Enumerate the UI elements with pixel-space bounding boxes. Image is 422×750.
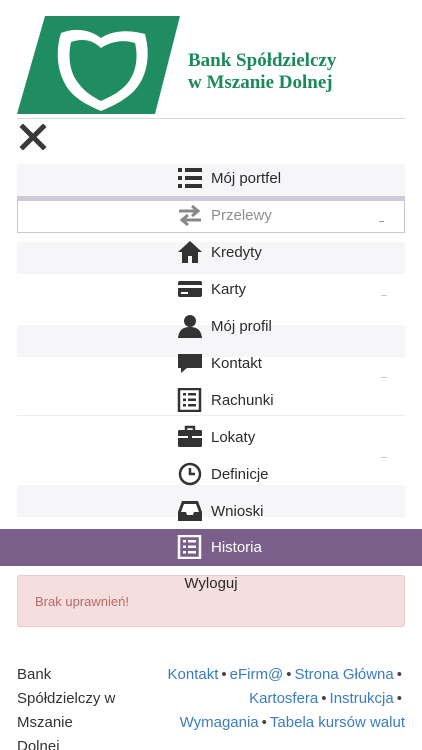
inbox-icon — [178, 501, 202, 521]
close-icon[interactable] — [19, 123, 47, 151]
menu-item-kontakt[interactable]: Kontakt — [0, 345, 422, 382]
bank-shield-logo — [17, 16, 180, 114]
footer-bank-name: Bank Spółdzielczy w Mszanie Dolnej — [17, 663, 137, 750]
menu-item-moj-portfel[interactable]: Mój portfel — [0, 160, 422, 197]
footer-line: Dolnej — [17, 738, 60, 750]
menu-item-wnioski[interactable]: Wnioski — [0, 493, 422, 530]
header-divider — [17, 118, 405, 119]
footer-separator: • — [396, 690, 402, 707]
logout-button[interactable]: Wyloguj — [0, 565, 422, 601]
menu-item-label: Kredyty — [211, 244, 262, 261]
home-icon — [178, 241, 202, 263]
briefcase-icon — [178, 425, 202, 447]
footer-link-tabela-kursow[interactable]: Tabela kursów walut — [270, 714, 405, 731]
chat-icon — [178, 354, 202, 373]
bank-name-line2: w Mszanie Dolnej — [188, 72, 333, 93]
menu-item-label: Wnioski — [211, 503, 264, 520]
menu-item-rachunki[interactable]: Rachunki — [0, 382, 422, 419]
menu-item-przelewy[interactable]: Przelewy — [0, 197, 422, 234]
bank-name-line1: Bank Spółdzielczy — [188, 50, 337, 71]
menu-item-definicje[interactable]: Definicje — [0, 456, 422, 493]
menu-item-label: Definicje — [211, 466, 269, 483]
menu-item-label: Lokaty — [211, 429, 256, 446]
menu-item-karty[interactable]: Karty — [0, 271, 422, 308]
footer-link-strona-glowna[interactable]: Strona Główna — [295, 666, 394, 683]
footer-links-row: Kartosfera • Instrukcja • — [150, 687, 405, 711]
footer-line: Spółdzielczy w — [17, 690, 116, 707]
document-list-icon — [177, 388, 202, 412]
footer-link-efirma[interactable]: eFirm@ — [230, 666, 284, 683]
menu-item-moj-profil[interactable]: Mój profil — [0, 308, 422, 345]
menu-item-lokaty[interactable]: Lokaty — [0, 419, 422, 456]
footer-line: Bank — [17, 666, 52, 683]
logout-label: Wyloguj — [184, 575, 238, 592]
menu-item-label: Mój portfel — [211, 170, 282, 187]
footer-line: Mszanie — [17, 714, 73, 731]
footer-separator: • — [321, 690, 327, 707]
header: Bank Spółdzielczy w Mszanie Dolnej — [0, 0, 422, 120]
list-icon — [178, 168, 202, 188]
footer-link-kontakt[interactable]: Kontakt — [168, 666, 219, 683]
footer-links-row: Wymagania • Tabela kursów walut — [150, 711, 405, 735]
credit-card-icon — [178, 281, 202, 297]
footer-link-instrukcja[interactable]: Instrukcja — [330, 690, 394, 707]
document-list-icon — [177, 535, 202, 559]
bank-name: Bank Spółdzielczy w Mszanie Dolnej — [188, 50, 336, 94]
menu-item-historia[interactable]: Historia — [0, 529, 422, 566]
footer-separator: • — [286, 666, 292, 683]
menu-item-label: Mój profil — [211, 318, 272, 335]
transfer-arrows-icon — [179, 204, 201, 227]
menu-item-label: Przelewy — [211, 207, 272, 224]
footer-separator: • — [221, 666, 227, 683]
clock-icon — [178, 462, 202, 486]
menu-item-label: Rachunki — [211, 392, 274, 409]
menu-item-label: Historia — [211, 539, 262, 556]
footer-link-wymagania[interactable]: Wymagania — [180, 714, 259, 731]
user-icon — [178, 315, 202, 338]
footer-links: Kontakt • eFirm@ • Strona Główna • Kartosfera… — [150, 663, 405, 735]
footer-link-kartosfera[interactable]: Kartosfera — [249, 690, 318, 707]
menu-item-kredyty[interactable]: Kredyty — [0, 234, 422, 271]
footer-links-row: Kontakt • eFirm@ • Strona Główna • — [150, 663, 405, 687]
menu-item-label: Karty — [211, 281, 247, 298]
footer-separator: • — [261, 714, 267, 731]
menu-item-label: Kontakt — [211, 355, 262, 372]
footer-separator: • — [396, 666, 402, 683]
